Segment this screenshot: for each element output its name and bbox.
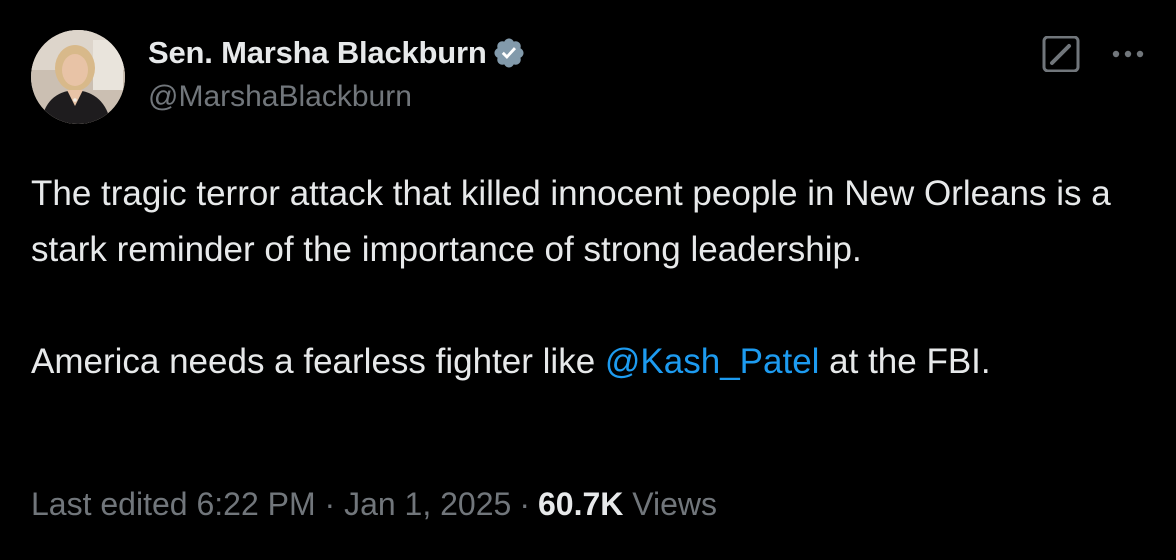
avatar[interactable] bbox=[31, 30, 125, 124]
views-label: Views bbox=[632, 486, 718, 522]
grok-icon[interactable] bbox=[1041, 35, 1081, 73]
tweet-paragraph-2-start: America needs a fearless fighter like bbox=[31, 342, 605, 381]
tweet-card: Sen. Marsha Blackburn @MarshaBlackburn T… bbox=[0, 0, 1176, 560]
mention-link[interactable]: @Kash_Patel bbox=[605, 342, 820, 381]
edited-timestamp[interactable]: Last edited 6:22 PM · Jan 1, 2025 bbox=[31, 486, 511, 522]
tweet-text: The tragic terror attack that killed inn… bbox=[31, 166, 1151, 390]
tweet-paragraph-1: The tragic terror attack that killed inn… bbox=[31, 174, 1111, 269]
meta-separator: · bbox=[519, 486, 530, 522]
views-count[interactable]: 60.7K bbox=[538, 486, 623, 522]
profile-photo bbox=[31, 30, 125, 124]
more-dots-icon[interactable] bbox=[1108, 36, 1148, 72]
display-name[interactable]: Sen. Marsha Blackburn bbox=[148, 35, 487, 71]
user-handle[interactable]: @MarshaBlackburn bbox=[148, 80, 412, 114]
tweet-paragraph-2-end: at the FBI. bbox=[819, 342, 991, 381]
verified-badge-icon[interactable] bbox=[492, 36, 526, 70]
author-name-row: Sen. Marsha Blackburn bbox=[148, 32, 526, 74]
tweet-paragraph-2: America needs a fearless fighter like @K… bbox=[31, 334, 1151, 390]
tweet-meta: Last edited 6:22 PM · Jan 1, 2025 · 60.7K … bbox=[31, 486, 717, 523]
